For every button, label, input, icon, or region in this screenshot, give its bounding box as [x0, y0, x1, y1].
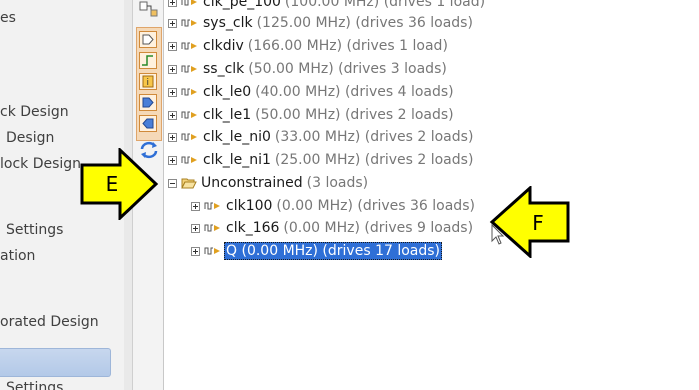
tree-row-clock[interactable]: clk_le1 (50.00 MHz) (drives 2 loads) [168, 105, 454, 125]
nav-item[interactable]: Settings [6, 222, 63, 238]
clock-name: clk_le_ni0 [203, 129, 271, 145]
clock-icon[interactable] [139, 31, 157, 48]
clock-net-icon [181, 133, 197, 141]
tree-row-clock[interactable]: clk100 (0.00 MHz) (drives 36 loads) [191, 196, 475, 216]
clock-detail: (40.00 MHz) (drives 4 loads) [255, 84, 454, 100]
clock-detail: (100.00 MHz) (drives 1 load) [284, 0, 486, 10]
nav-item[interactable]: es [0, 10, 16, 26]
nav-item[interactable]: ck Design [0, 104, 69, 120]
clock-detail: (33.00 MHz) (drives 2 loads) [274, 129, 474, 145]
clock-name: clk100 [226, 198, 273, 214]
input-port-icon[interactable] [139, 94, 157, 111]
clock-net-icon [181, 111, 197, 119]
nav-item[interactable]: orated Design [0, 314, 99, 330]
tree-row-clock-selected[interactable]: Q (0.00 MHz) (drives 17 loads) [191, 241, 443, 261]
clock-detail: (0.00 MHz) (drives 17 loads) [241, 243, 441, 259]
callout-label-e: E [106, 172, 119, 196]
expand-icon[interactable] [168, 18, 177, 28]
callout-arrow-e: E [80, 148, 159, 220]
tree-row-clock[interactable]: clk_le_ni0 (33.00 MHz) (drives 2 loads) [168, 127, 473, 147]
nav-item[interactable]: Settings [6, 380, 63, 390]
clock-net-icon [181, 19, 197, 27]
clock-net-icon [181, 156, 197, 164]
clock-name: clk_166 [226, 220, 280, 236]
tree-row-clock[interactable]: sys_clk (125.00 MHz) (drives 36 loads) [168, 13, 473, 33]
clock-net-icon [181, 42, 197, 50]
clock-name: ss_clk [203, 61, 245, 77]
tree-row-clock[interactable]: clk_pe_100 (100.00 MHz) (drives 1 load) [168, 0, 485, 12]
tree-row-clock[interactable]: ss_clk (50.00 MHz) (drives 3 loads) [168, 59, 447, 79]
nav-item[interactable]: Design [6, 130, 54, 146]
clock-net-icon [204, 224, 220, 232]
clock-tree: clk_pe_100 (100.00 MHz) (drives 1 load) … [163, 0, 699, 390]
clock-name: clkdiv [203, 38, 244, 54]
clock-detail: (0.00 MHz) (drives 9 loads) [283, 220, 474, 236]
waveform-icon[interactable] [139, 52, 157, 69]
expand-icon[interactable] [168, 64, 177, 74]
nav-item-selected[interactable] [0, 348, 111, 377]
clock-name: clk_pe_100 [203, 0, 281, 10]
svg-text:i: i [147, 78, 150, 88]
clock-name: clk_le0 [203, 84, 252, 100]
clock-name: sys_clk [203, 15, 253, 31]
collapse-icon[interactable] [168, 178, 177, 188]
clock-detail: (25.00 MHz) (drives 2 loads) [274, 152, 474, 168]
expand-icon[interactable] [168, 110, 177, 120]
tree-row-clock[interactable]: clk_le0 (40.00 MHz) (drives 4 loads) [168, 82, 454, 102]
clock-net-icon [181, 65, 197, 73]
clock-name: clk_le1 [203, 107, 252, 123]
nav-item[interactable]: lock Design [0, 156, 81, 172]
clock-detail: (50.00 MHz) (drives 2 loads) [255, 107, 454, 123]
clock-net-icon [204, 202, 220, 210]
clock-detail: (166.00 MHz) (drives 1 load) [247, 38, 448, 54]
clock-net-icon [181, 88, 197, 96]
clock-net-icon [204, 247, 220, 255]
info-icon[interactable]: i [139, 73, 157, 90]
expand-icon[interactable] [168, 132, 177, 142]
tree-row-clock[interactable]: clkdiv (166.00 MHz) (drives 1 load) [168, 36, 448, 56]
tree-row-clock[interactable]: clk_166 (0.00 MHz) (drives 9 loads) [191, 218, 473, 238]
selected-clock-label[interactable]: Q (0.00 MHz) (drives 17 loads) [224, 242, 443, 260]
clock-name: Q [226, 243, 238, 259]
folder-name: Unconstrained [201, 175, 303, 191]
clock-name: clk_le_ni1 [203, 152, 271, 168]
folder-detail: (3 loads) [306, 175, 369, 191]
schematic-icon[interactable] [139, 0, 159, 18]
expand-icon[interactable] [191, 223, 200, 233]
clock-detail: (50.00 MHz) (drives 3 loads) [248, 61, 447, 77]
callout-label-f: F [532, 211, 544, 235]
open-folder-icon [181, 178, 197, 189]
clock-net-icon [181, 0, 197, 6]
expand-icon[interactable] [168, 41, 177, 51]
tree-row-unconstrained[interactable]: Unconstrained (3 loads) [168, 173, 368, 193]
callout-arrow-f: F [489, 186, 570, 258]
expand-icon[interactable] [168, 0, 177, 7]
mouse-cursor-icon [491, 224, 505, 245]
expand-icon[interactable] [168, 87, 177, 97]
expand-icon[interactable] [168, 155, 177, 165]
tree-row-clock[interactable]: clk_le_ni1 (25.00 MHz) (drives 2 loads) [168, 150, 473, 170]
expand-icon[interactable] [191, 246, 200, 256]
clock-detail: (0.00 MHz) (drives 36 loads) [276, 198, 475, 214]
clock-detail: (125.00 MHz) (drives 36 loads) [256, 15, 473, 31]
expand-icon[interactable] [191, 201, 200, 211]
output-port-icon[interactable] [139, 115, 157, 132]
nav-item[interactable]: ation [0, 248, 35, 264]
